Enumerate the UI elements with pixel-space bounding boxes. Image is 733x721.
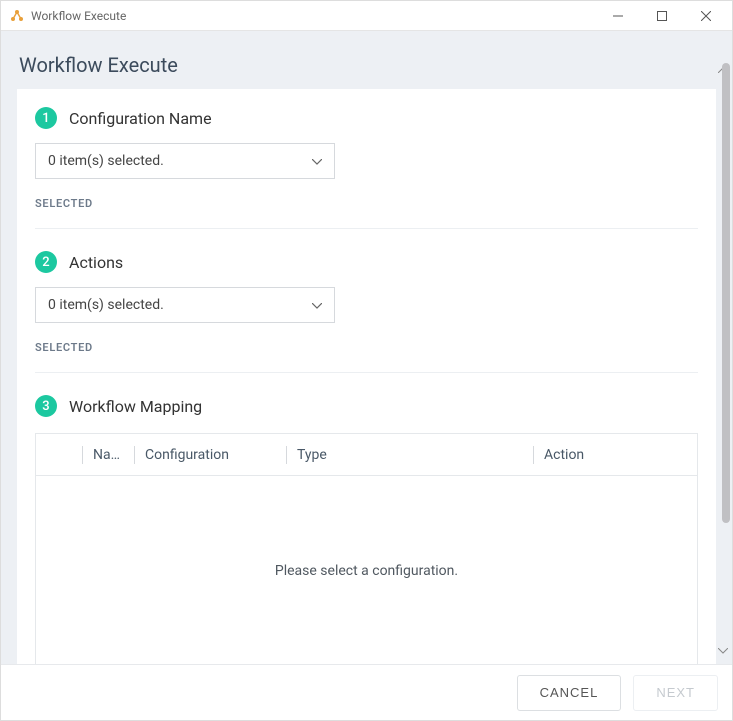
caret-down-icon: [312, 153, 322, 169]
workflow-mapping-table: Name Configuration Type: [35, 433, 698, 667]
step-title: Actions: [69, 253, 123, 272]
titlebar: Workflow Execute: [1, 1, 732, 31]
minimize-icon: [613, 11, 623, 21]
next-button: NEXT: [633, 675, 718, 711]
step-configuration-name: 1 Configuration Name 0 item(s) selected.…: [35, 107, 698, 228]
maximize-button[interactable]: [640, 2, 684, 30]
scroll-area[interactable]: Workflow Execute 1 Configuration Name 0 …: [1, 31, 732, 720]
table-empty-state: Please select a configuration.: [36, 476, 697, 666]
column-header-name[interactable]: Name: [82, 434, 134, 475]
step-actions: 2 Actions 0 item(s) selected. SELECTED: [35, 251, 698, 372]
select-value: 0 item(s) selected.: [48, 297, 164, 313]
column-divider: [134, 446, 135, 464]
column-divider: [286, 446, 287, 464]
wizard-card: 1 Configuration Name 0 item(s) selected.…: [17, 89, 716, 720]
column-header-action[interactable]: Action: [533, 434, 697, 475]
selected-label: SELECTED: [35, 197, 698, 210]
content-area: Workflow Execute 1 Configuration Name 0 …: [1, 31, 732, 720]
scrollbar-thumb[interactable]: [722, 63, 730, 523]
divider: [35, 228, 698, 229]
configuration-name-select[interactable]: 0 item(s) selected.: [35, 143, 335, 179]
step-title: Workflow Mapping: [69, 397, 202, 416]
step-workflow-mapping: 3 Workflow Mapping Name Configuration: [35, 395, 698, 685]
cancel-button[interactable]: CANCEL: [517, 675, 622, 711]
select-value: 0 item(s) selected.: [48, 153, 164, 169]
window-controls: [596, 2, 728, 30]
column-divider: [533, 446, 534, 464]
minimize-button[interactable]: [596, 2, 640, 30]
step-number-badge: 3: [35, 395, 57, 417]
close-icon: [701, 11, 711, 21]
app-window: Workflow Execute Workflow Execute 1 Conf…: [0, 0, 733, 721]
selected-label: SELECTED: [35, 341, 698, 354]
window-title: Workflow Execute: [31, 9, 596, 23]
page-title: Workflow Execute: [1, 31, 732, 89]
empty-message: Please select a configuration.: [275, 563, 458, 579]
close-button[interactable]: [684, 2, 728, 30]
maximize-icon: [657, 11, 667, 21]
step-title: Configuration Name: [69, 109, 212, 128]
column-header-configuration[interactable]: Configuration: [134, 434, 286, 475]
scrollbar-track[interactable]: [722, 63, 730, 656]
app-logo-icon: [9, 8, 25, 24]
scroll-down-arrow-icon[interactable]: [718, 646, 728, 656]
divider: [35, 372, 698, 373]
column-header-type[interactable]: Type: [286, 434, 533, 475]
column-divider: [82, 446, 83, 464]
actions-select[interactable]: 0 item(s) selected.: [35, 287, 335, 323]
caret-down-icon: [312, 297, 322, 313]
step-number-badge: 2: [35, 251, 57, 273]
step-number-badge: 1: [35, 107, 57, 129]
dialog-footer: CANCEL NEXT: [1, 664, 732, 720]
table-header-row: Name Configuration Type: [36, 434, 697, 476]
